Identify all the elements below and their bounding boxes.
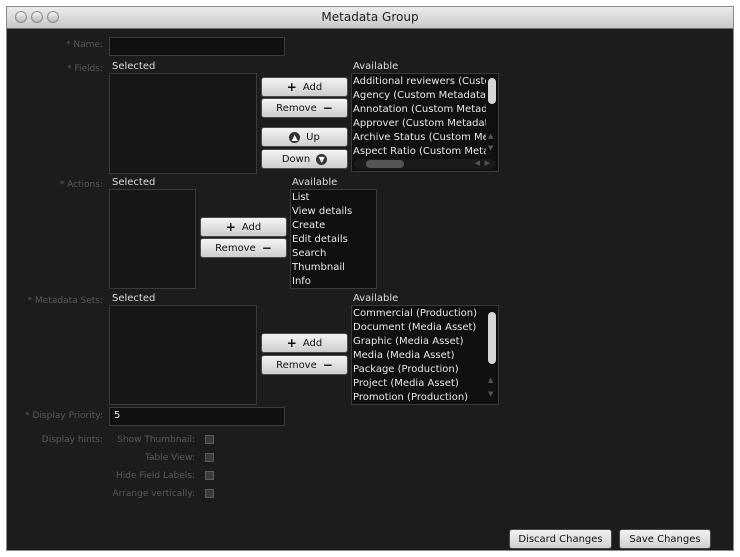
fields-horizontal-scrollbar[interactable]: ◀ ▶ [354, 159, 496, 169]
scroll-down-icon[interactable]: ▼ [488, 390, 493, 398]
list-item[interactable]: Approver (Custom Metadata [352, 117, 498, 131]
scroll-right-icon[interactable]: ▶ [485, 159, 490, 167]
metadata-sets-label: * Metadata Sets: [27, 296, 103, 306]
discard-changes-button[interactable]: Discard Changes [509, 529, 612, 549]
minus-icon: − [322, 101, 333, 115]
arrange-vertically-checkbox[interactable] [205, 489, 214, 498]
metadata-sets-remove-button[interactable]: Remove − [261, 355, 348, 375]
title-bar: Metadata Group [7, 7, 733, 29]
fields-vertical-scrollbar[interactable]: ▲ ▼ [486, 74, 498, 157]
fields-vertical-scroll-thumb[interactable] [488, 78, 496, 104]
list-item[interactable]: Annotation (Custom Metadata [352, 103, 498, 117]
metadata-sets-available-list[interactable]: Commercial (Production) Document (Media … [351, 305, 499, 405]
plus-icon: + [225, 220, 236, 234]
metadata-sets-available-items: Commercial (Production) Document (Media … [352, 306, 498, 404]
window-title: Metadata Group [321, 10, 419, 24]
minus-icon: − [322, 358, 333, 372]
fields-available-header: Available [353, 61, 399, 72]
plus-icon: + [286, 80, 297, 94]
list-item[interactable]: Commercial (Production) [352, 307, 498, 321]
save-changes-button[interactable]: Save Changes [619, 529, 711, 549]
actions-available-header: Available [292, 177, 338, 188]
metadata-sets-available-header: Available [353, 293, 399, 304]
list-item[interactable]: Project (Media Asset) [352, 377, 498, 391]
list-item[interactable]: Graphic (Media Asset) [352, 335, 498, 349]
metadata-sets-vertical-scrollbar[interactable]: ▲ ▼ [486, 306, 498, 404]
list-item[interactable]: Archive Status (Custom Meta [352, 131, 498, 145]
hide-field-labels-label: Hide Field Labels: [115, 471, 195, 481]
list-item[interactable]: Create [291, 219, 376, 233]
list-item[interactable]: List [291, 191, 376, 205]
fields-horizontal-scroll-thumb[interactable] [366, 160, 404, 168]
show-thumbnail-checkbox[interactable] [205, 435, 214, 444]
fields-remove-button[interactable]: Remove − [261, 98, 348, 118]
list-item[interactable]: Search [291, 247, 376, 261]
fields-selected-header: Selected [112, 61, 156, 72]
minus-icon: − [261, 241, 272, 255]
fields-label: * Fields: [67, 64, 103, 74]
fields-up-button[interactable]: ▲ Up [261, 127, 348, 147]
actions-selected-list[interactable] [109, 189, 196, 289]
actions-available-items: List View details Create Edit details Se… [291, 190, 376, 288]
metadata-sets-add-button[interactable]: + Add [261, 333, 348, 353]
list-item[interactable]: Document (Media Asset) [352, 321, 498, 335]
actions-selected-header: Selected [112, 177, 156, 188]
fields-add-button[interactable]: + Add [261, 77, 348, 97]
fields-available-list[interactable]: Additional reviewers (Custom Agency (Cus… [351, 73, 499, 172]
plus-icon: + [286, 336, 297, 350]
display-priority-input[interactable]: 5 [109, 407, 285, 426]
actions-add-button[interactable]: + Add [200, 217, 287, 237]
table-view-label: Table View: [144, 453, 195, 463]
list-item[interactable]: Aspect Ratio (Custom Metad [352, 145, 498, 159]
list-item[interactable]: Additional reviewers (Custom [352, 75, 498, 89]
list-item[interactable]: Edit details [291, 233, 376, 247]
arrange-vertically-label: Arrange vertically: [112, 489, 196, 499]
scroll-down-icon[interactable]: ▼ [488, 144, 493, 152]
actions-remove-button[interactable]: Remove − [200, 238, 287, 258]
list-item[interactable]: Agency (Custom Metadata) [352, 89, 498, 103]
actions-label: * Actions: [59, 180, 103, 190]
scroll-left-icon[interactable]: ◀ [475, 159, 480, 167]
fields-down-button[interactable]: Down ▼ [261, 149, 348, 169]
fields-available-items: Additional reviewers (Custom Agency (Cus… [352, 74, 498, 159]
hide-field-labels-checkbox[interactable] [205, 471, 214, 480]
list-item[interactable]: Thumbnail [291, 261, 376, 275]
scroll-up-icon[interactable]: ▲ [488, 376, 493, 384]
list-item[interactable]: Package (Production) [352, 363, 498, 377]
list-item[interactable]: Media (Media Asset) [352, 349, 498, 363]
list-item[interactable]: View details [291, 205, 376, 219]
scroll-up-icon[interactable]: ▲ [488, 132, 493, 140]
fields-selected-list[interactable] [109, 73, 257, 174]
display-hints-label: Display hints: [41, 435, 103, 445]
metadata-sets-selected-list[interactable] [109, 305, 257, 405]
show-thumbnail-label: Show Thumbnail: [117, 435, 195, 445]
arrow-down-circle-icon: ▼ [316, 153, 328, 165]
list-item[interactable]: Info [291, 275, 376, 288]
actions-available-list[interactable]: List View details Create Edit details Se… [290, 189, 377, 289]
display-priority-label: * Display Priority: [25, 411, 103, 421]
metadata-sets-vertical-scroll-thumb[interactable] [488, 312, 496, 364]
metadata-group-window: Metadata Group * Name: * Fields: Selecte… [6, 6, 734, 551]
metadata-sets-selected-header: Selected [112, 293, 156, 304]
name-label: * Name: [66, 40, 103, 50]
list-item[interactable]: Promotion (Production) [352, 391, 498, 404]
arrow-up-circle-icon: ▲ [289, 131, 301, 143]
name-input[interactable] [109, 37, 285, 56]
table-view-checkbox[interactable] [205, 453, 214, 462]
